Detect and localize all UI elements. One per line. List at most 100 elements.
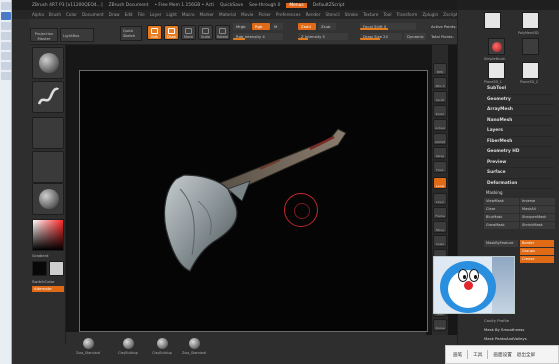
move-view-button[interactable]: Move [433,221,447,233]
simplebrush-thumb[interactable] [522,38,539,55]
nanomesh-section[interactable]: NanoMesh [484,116,554,126]
sidebar-tab[interactable] [1,62,11,70]
sidebar-tab-active[interactable] [1,12,11,20]
alternate-toggle[interactable]: Alternate [32,286,64,292]
secondary-color-swatch[interactable] [49,261,64,276]
sphere-tool-thumb[interactable] [488,38,505,55]
rgb-intensity-slider[interactable]: Rgb Intensity 4 [233,33,283,40]
switch-color-label[interactable]: SwitchColor [32,279,54,284]
menu-alpha[interactable]: Alpha [32,12,44,17]
m-toggle[interactable]: M [271,23,283,30]
actual-button[interactable]: Actual [433,119,447,131]
cavity-profile-label[interactable]: Cavity Profile [484,318,509,323]
menu-file[interactable]: File [138,12,145,17]
frame-button[interactable]: Frame [433,207,447,219]
brush-claybuildup-1[interactable]: ClayBuildup [118,338,138,355]
menu-movie[interactable]: Movie [241,12,253,17]
move-button[interactable]: Move [181,25,196,40]
main-color-swatch[interactable] [32,261,47,276]
gradient-label[interactable]: Gradient [32,253,49,258]
menu-document[interactable]: Document [82,12,104,17]
mask-by-feature-button[interactable]: MaskByFeature [484,240,518,247]
masking-header[interactable]: Masking [486,190,503,195]
menu-material[interactable]: Material [219,12,236,17]
lsym-button[interactable]: LSym [433,193,447,205]
menu-macro[interactable]: Macro [182,12,195,17]
sidebar-tab[interactable] [1,42,11,50]
rotate-button[interactable]: Rotate [215,25,230,40]
texture-button[interactable] [32,151,64,183]
menus-button[interactable]: Menus [286,2,307,8]
zoom-button[interactable]: Zoom [433,105,447,117]
floor-button[interactable]: Floor [433,161,447,173]
deformation-section[interactable]: Deformation [484,179,554,189]
menu-brush[interactable]: Brush [49,12,61,17]
menu-texture[interactable]: Texture [363,12,378,17]
crease-toggle[interactable]: Crease [520,256,554,263]
brush-button[interactable]: 画笔 [453,352,462,358]
menu-edit[interactable]: Edit [125,12,133,17]
quick-sketch-button[interactable]: Quick Sketch [120,26,142,41]
draw-button[interactable]: Draw [164,25,179,40]
tool-thumb-2[interactable] [522,12,539,29]
menu-color[interactable]: Color [66,12,77,17]
geometry-section[interactable]: Geometry [484,95,554,105]
sidebar-tab[interactable] [1,22,11,30]
default-zscript-button[interactable]: DefaultZScript [313,3,345,8]
persp-button[interactable]: Persp [433,147,447,159]
menu-draw[interactable]: Draw [109,12,120,17]
scale-button[interactable]: Scale [198,25,213,40]
inverse-button[interactable]: Inverse [520,198,555,205]
local-button[interactable]: Local [433,177,447,189]
brush-claybuildup-2[interactable]: ClayBuildup [152,338,172,355]
draw-size-slider[interactable]: Draw Size 24 [360,33,402,40]
brush-zsss-standard-2[interactable]: Zsss_Standard [182,338,206,355]
focal-shift-slider[interactable]: Focal Shift 0 [360,23,416,30]
stroke-button[interactable] [32,81,64,113]
layers-section[interactable]: Layers [484,126,554,137]
groups-toggle[interactable]: Groups [520,248,554,255]
shrink-mask-button[interactable]: ShrinkMask [520,222,555,229]
sidebar-tab[interactable] [1,32,11,40]
viewport[interactable] [79,70,428,332]
zadd-toggle[interactable]: Zadd [298,23,316,30]
scale-view-button[interactable]: Scale [433,235,447,247]
bpr-button[interactable]: BPR [433,63,447,75]
menu-marker[interactable]: Marker [200,12,214,17]
quicksave-button[interactable]: QuickSave [220,3,243,8]
preview-section[interactable]: Preview [484,158,554,168]
mask-all-button[interactable]: MaskAll [520,206,555,213]
brush-zsss-standard-1[interactable]: Zsss_Standard [76,338,100,355]
subtool-section[interactable]: SubTool [484,84,554,95]
xpose-button[interactable]: Xpose [433,319,447,331]
mask-by-smoothness-button[interactable]: Mask By Smoothness [484,327,524,332]
z-intensity-slider[interactable]: Z Intensity 5 [298,33,348,40]
menu-transform[interactable]: Transform [396,12,417,17]
plane3d-thumb-2[interactable] [522,62,539,79]
document-menu[interactable]: ZBrush Document [109,3,149,8]
menu-render[interactable]: Render [306,12,321,17]
zsub-toggle[interactable]: Zsub [318,23,336,30]
menu-layer[interactable]: Layer [150,12,162,17]
viewmask-button[interactable]: ViewMask [484,198,519,205]
tool-thumb-1[interactable] [484,12,501,29]
menu-zplugin[interactable]: Zplugin [422,12,438,17]
menu-stencil[interactable]: Stencil [325,12,339,17]
menu-picker[interactable]: Picker [258,12,270,17]
standard-brush-button[interactable] [32,47,64,79]
menu-zscript[interactable]: Zscript [443,12,458,17]
scroll-button[interactable]: Scroll [433,91,447,103]
screen-settings-button[interactable]: 画面设置 [493,352,511,358]
aahalf-button[interactable]: AAHalf [433,133,447,145]
edit-button[interactable]: Edit [147,25,162,40]
menu-stroke[interactable]: Stroke [345,12,358,17]
menu-tool[interactable]: Tool [383,12,391,17]
color-picker[interactable] [32,219,64,251]
tools-dropdown[interactable]: 工具 [473,352,482,358]
mask-peaks-valleys-button[interactable]: Mask PeaksAndValleys [484,336,527,341]
geometry-hd-section[interactable]: Geometry HD [484,147,554,158]
sidebar-tab[interactable] [1,72,11,80]
clear-mask-button[interactable]: Clear [484,206,519,213]
fibermesh-section[interactable]: FiberMesh [484,137,554,147]
mrgb-toggle[interactable]: Mrgb [233,23,251,30]
